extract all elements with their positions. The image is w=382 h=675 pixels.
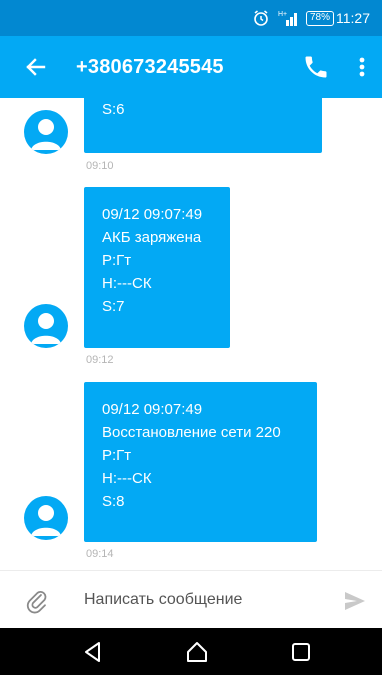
message-line: P:Гт <box>102 252 132 269</box>
contact-title: +380673245545 <box>76 56 224 78</box>
battery-icon: 78% <box>306 0 335 36</box>
message-line: S:7 <box>102 298 125 315</box>
attach-icon[interactable] <box>24 588 50 614</box>
message-timestamp: 09:10 <box>86 160 114 172</box>
message-bubble[interactable]: 09/12 09:07:49 Восстановление сети 220 P… <box>84 382 317 542</box>
message-bubble[interactable]: 09/12 09:07:49 АКБ заряжена P:Гт H:---СК… <box>84 187 230 348</box>
nav-back-icon[interactable] <box>80 639 106 665</box>
avatar[interactable] <box>24 304 68 348</box>
status-bar: H+ 78% 11:27 <box>0 0 382 36</box>
message-line: АКБ заряжена <box>102 229 202 246</box>
message-line: 09/12 09:07:49 <box>102 206 203 223</box>
alarm-icon <box>252 0 270 36</box>
navigation-bar <box>0 628 382 675</box>
message-timestamp: 09:12 <box>86 354 114 366</box>
phone-icon[interactable] <box>302 53 330 81</box>
signal-icon: H+ <box>278 0 300 36</box>
message-line: H:---СК <box>102 470 152 487</box>
message-line: P:Гт <box>102 447 132 464</box>
more-vert-icon[interactable] <box>352 53 372 81</box>
message-line: H:---СК <box>102 275 152 292</box>
nav-recents-icon[interactable] <box>288 639 314 665</box>
message-bubble[interactable]: S:6 <box>84 98 322 153</box>
app-bar: +380673245545 <box>0 36 382 98</box>
clock: 11:27 <box>336 10 370 26</box>
avatar[interactable] <box>24 496 68 540</box>
message-input[interactable]: Написать сообщение <box>84 571 242 629</box>
battery-level: 78% <box>306 10 335 26</box>
message-line: S:8 <box>102 493 125 510</box>
send-icon[interactable] <box>342 588 368 614</box>
compose-bar: Написать сообщение <box>0 570 382 628</box>
conversation[interactable]: S:6 09:10 09/12 09:07:49 АКБ заряжена P:… <box>0 98 382 570</box>
message-timestamp: 09:14 <box>86 548 114 560</box>
back-arrow-icon[interactable] <box>22 53 50 81</box>
message-line: S:6 <box>102 101 125 118</box>
message-line: 09/12 09:07:49 <box>102 401 203 418</box>
nav-home-icon[interactable] <box>184 639 210 665</box>
avatar[interactable] <box>24 110 68 154</box>
svg-text:H+: H+ <box>278 11 287 18</box>
message-line: Восстановление сети 220 <box>102 424 281 441</box>
